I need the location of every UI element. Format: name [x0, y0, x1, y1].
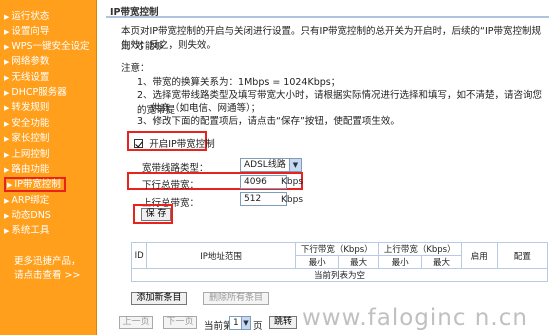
bullet-icon: ▶	[7, 181, 13, 189]
bullet-icon: ▶	[4, 166, 10, 174]
more-products-text: 更多迅捷产品，	[14, 256, 81, 267]
bullet-icon: ▶	[4, 43, 10, 51]
up-bandwidth-unit: Kbps	[281, 195, 304, 205]
col-up-min: 最小	[377, 255, 423, 269]
more-products-link[interactable]: 请点击查看 >>	[14, 267, 80, 281]
line-type-select[interactable]: ADSL线路 ▼	[240, 158, 302, 172]
enable-row: 开启IP带宽控制	[134, 136, 215, 150]
col-down-max: 最大	[338, 255, 379, 269]
sidebar-item-arp[interactable]: ▶ ARP绑定	[4, 194, 49, 207]
line-type-value: ADSL线路	[244, 160, 286, 170]
sidebar-item-network[interactable]: ▶ 网络参数	[4, 55, 49, 68]
col-up-max: 最大	[421, 255, 462, 269]
bullet-icon: ▶	[4, 28, 10, 36]
jump-button[interactable]: 跳转	[269, 316, 297, 329]
col-down-min: 最小	[294, 255, 340, 269]
sidebar-item-security[interactable]: ▶ 安全功能	[4, 117, 49, 130]
down-bandwidth-input[interactable]: 4096	[240, 175, 287, 189]
bullet-icon: ▶	[4, 212, 10, 220]
down-bandwidth-label: 下行总带宽：	[142, 180, 200, 191]
delete-all-button[interactable]: 删除所有条目	[203, 292, 269, 305]
enable-checkbox[interactable]	[134, 138, 143, 148]
sidebar-item-wireless[interactable]: ▶ 无线设置	[4, 71, 49, 84]
save-button[interactable]: 保 存	[141, 208, 171, 221]
sidebar-item-ip-bandwidth[interactable]: ▶ IP带宽控制	[4, 177, 66, 192]
sidebar-item-dhcp[interactable]: ▶ DHCP服务器	[4, 86, 67, 99]
col-ip-range: IP地址范围	[146, 242, 296, 269]
bullet-icon: ▶	[4, 227, 10, 235]
chevron-down-icon: ▼	[241, 317, 250, 329]
main-panel: IP带宽控制 本页对IP带宽控制的开启与关闭进行设置。只有IP带宽控制的总开关为…	[97, 0, 553, 335]
pager-unit: 页	[253, 321, 263, 332]
bullet-icon: ▶	[4, 13, 10, 21]
add-entry-button[interactable]: 添加新条目	[131, 292, 187, 305]
sidebar-item-ddns[interactable]: ▶ 动态DNS	[4, 209, 51, 222]
bullet-icon: ▶	[4, 104, 10, 112]
sidebar-item-forwarding[interactable]: ▶ 转发规则	[4, 101, 49, 114]
sidebar-item-wps[interactable]: ▶ WPS一键安全设定	[4, 40, 90, 53]
next-page-button[interactable]: 下一页	[163, 316, 197, 329]
page-select-value: 1	[233, 318, 239, 328]
sidebar: ▶ 运行状态 ▶ 设置向导 ▶ WPS一键安全设定 ▶ 网络参数 ▶ 无线设置 ▶ DHCP…	[0, 0, 97, 335]
col-up: 上行带宽（Kbps）	[377, 242, 462, 256]
sidebar-item-routing[interactable]: ▶ 路由功能	[4, 163, 49, 176]
bullet-icon: ▶	[4, 197, 10, 205]
sidebar-item-status[interactable]: ▶ 运行状态	[4, 10, 49, 23]
sidebar-item-wizard[interactable]: ▶ 设置向导	[4, 25, 49, 38]
col-down: 下行带宽（Kbps）	[294, 242, 379, 256]
bullet-icon: ▶	[4, 120, 10, 128]
rules-table: ID IP地址范围 下行带宽（Kbps） 上行带宽（Kbps） 启用 配置 最小…	[130, 242, 549, 282]
chevron-down-icon: ▼	[289, 159, 301, 171]
bullet-icon: ▶	[4, 135, 10, 143]
col-enabled: 启用	[460, 242, 498, 269]
enable-label: 开启IP带宽控制	[149, 139, 215, 150]
bullet-icon: ▶	[4, 89, 10, 97]
bullet-icon: ▶	[4, 58, 10, 66]
sidebar-item-parental[interactable]: ▶ 家长控制	[4, 132, 49, 145]
prev-page-button[interactable]: 上一页	[119, 316, 153, 329]
col-id: ID	[130, 242, 148, 269]
page-title: IP带宽控制	[110, 7, 159, 18]
sidebar-item-access-control[interactable]: ▶ 上网控制	[4, 148, 49, 161]
watermark: www.faloginc n.cn	[302, 305, 528, 331]
col-config: 配置	[496, 242, 549, 269]
table-empty-row: 当前列表为空	[131, 268, 548, 282]
sidebar-item-system-tools[interactable]: ▶ 系统工具	[4, 224, 49, 237]
note-3: 3、修改下面的配置项后，请点击“保存”按钮，使配置项生效。	[137, 116, 400, 127]
intro-text-line2: 生效；反之，则失效。	[121, 40, 217, 51]
page-title-bar: IP带宽控制	[106, 3, 549, 18]
bullet-icon: ▶	[4, 151, 10, 159]
note-label: 注意：	[121, 63, 150, 74]
up-bandwidth-input[interactable]: 512	[240, 192, 287, 206]
bullet-icon: ▶	[4, 74, 10, 82]
page-select[interactable]: 1 ▼	[229, 316, 251, 330]
table-header-row: ID IP地址范围 下行带宽（Kbps） 上行带宽（Kbps） 启用 配置	[130, 242, 549, 269]
empty-message: 当前列表为空	[131, 268, 548, 282]
down-bandwidth-unit: Kbps	[281, 177, 304, 187]
